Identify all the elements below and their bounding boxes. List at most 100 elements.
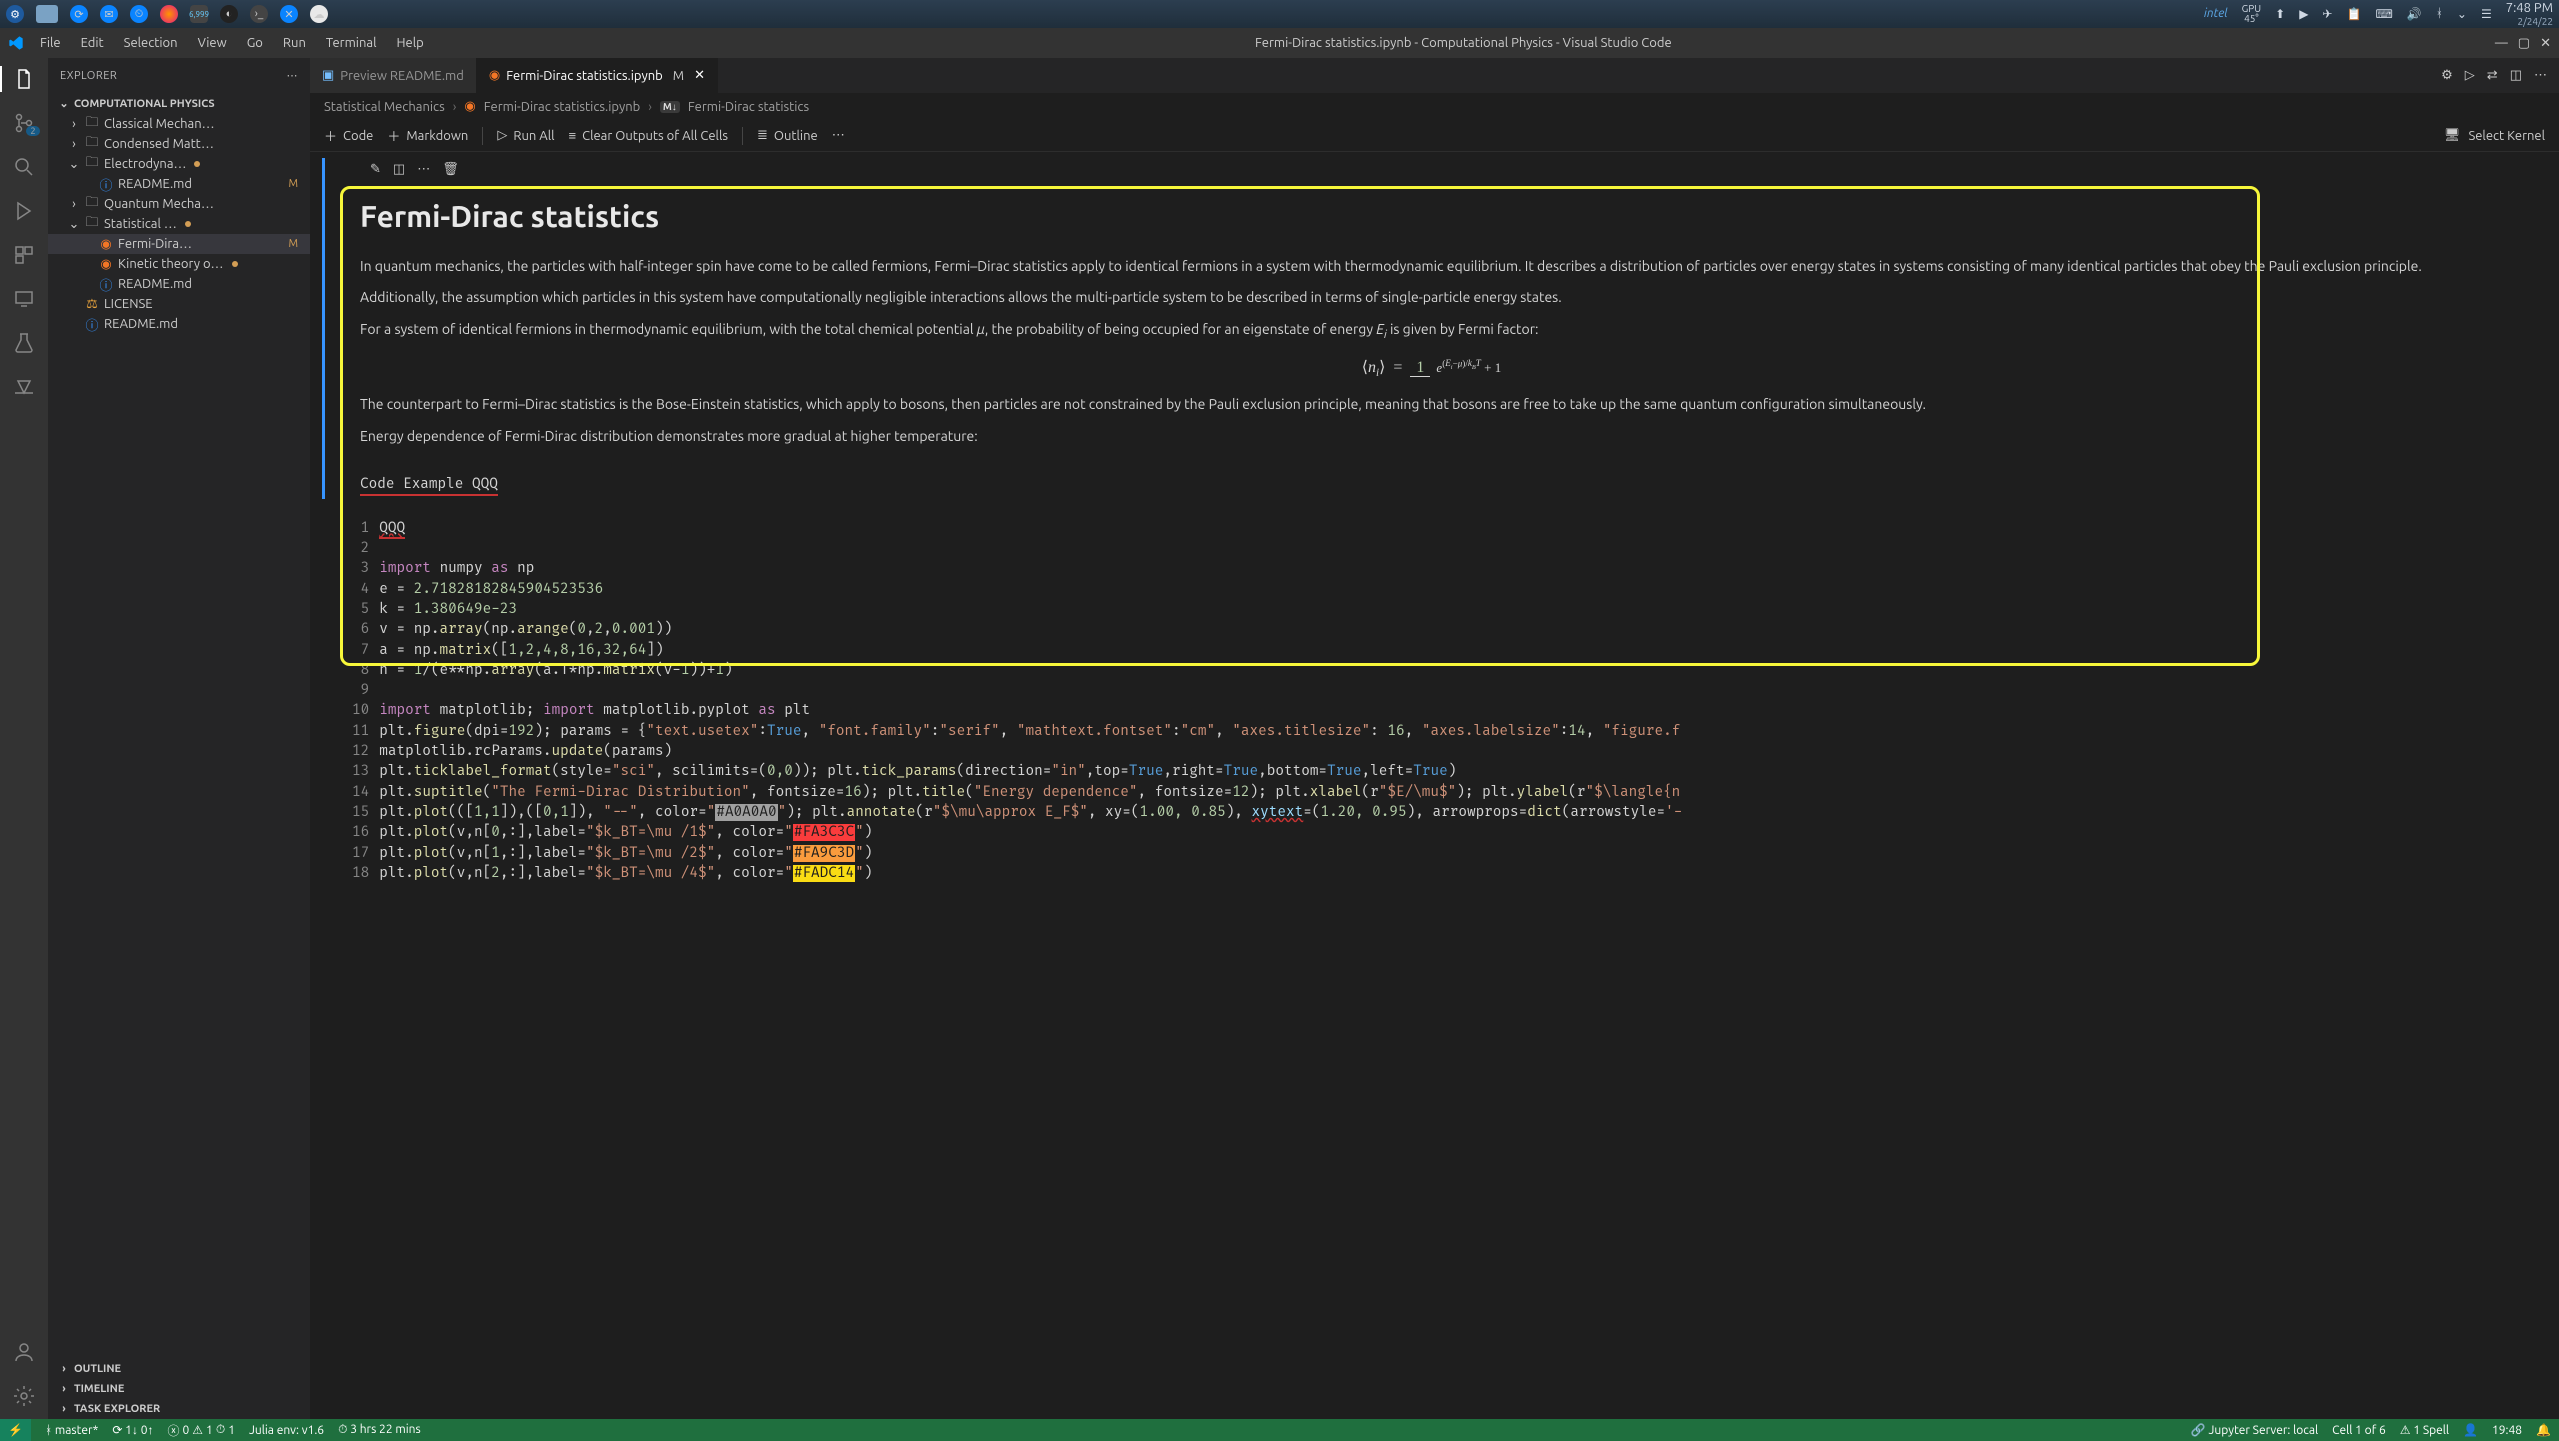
minimize-icon[interactable]: —	[2495, 36, 2508, 51]
tab-fermi-dirac[interactable]: ◉ Fermi-Dirac statistics.ipynb M ✕	[477, 58, 718, 93]
telegram-icon[interactable]: ✈	[2322, 7, 2332, 21]
menu-selection[interactable]: Selection	[116, 32, 186, 54]
tree-item[interactable]: ⓘREADME.md	[48, 314, 310, 334]
bluetooth-icon[interactable]: ᚼ	[2436, 7, 2443, 20]
feedback-icon[interactable]: 👤	[2463, 1423, 2478, 1437]
account-icon[interactable]	[11, 1339, 37, 1365]
scm-icon[interactable]: 2	[11, 110, 37, 136]
markdown-cell[interactable]: ✎ ◫ ⋯ 🗑 Fermi-Dirac statistics In quantu…	[330, 158, 2539, 499]
split-icon[interactable]: ◫	[2510, 68, 2522, 83]
menu-help[interactable]: Help	[388, 32, 431, 54]
code-content[interactable]: QQQ import numpy as np e = 2.71828182845…	[379, 511, 1682, 892]
git-branch[interactable]: ᚼ master*	[45, 1424, 98, 1437]
tree-item[interactable]: ◉Kinetic theory o…	[48, 254, 310, 274]
app-icon[interactable]: 6,999	[190, 5, 208, 23]
wakatime[interactable]: ⏱ 3 hrs 22 mins	[338, 1423, 421, 1437]
cell-position[interactable]: Cell 1 of 6	[2332, 1424, 2386, 1437]
problems[interactable]: ⓧ 0 ⚠ 1 ⏱ 1	[167, 1422, 235, 1439]
outline-section[interactable]: ›OUTLINE	[48, 1359, 310, 1379]
app-icon[interactable]: ⟳	[70, 5, 88, 23]
intel-icon: intel	[2204, 7, 2228, 20]
tree-item[interactable]: ⓘREADME.md	[48, 274, 310, 294]
firefox-icon[interactable]	[160, 5, 178, 23]
app-icon[interactable]: ☁	[310, 5, 328, 23]
git-sync[interactable]: ⟳ 1↓ 0↑	[112, 1423, 153, 1437]
add-markdown-button[interactable]: ＋ Markdown	[387, 126, 468, 145]
volume-icon[interactable]: 🔊	[2407, 7, 2422, 21]
app-icon[interactable]: ⏲	[130, 5, 148, 23]
gear-icon[interactable]: ⚙	[2441, 68, 2453, 83]
menu-edit[interactable]: Edit	[73, 32, 112, 54]
menu-view[interactable]: View	[190, 32, 235, 54]
breadcrumbs[interactable]: Statistical Mechanics› ◉ Fermi-Dirac sta…	[310, 93, 2559, 120]
search-icon[interactable]	[11, 154, 37, 180]
tree-item[interactable]: ›🗀Condensed Matt…	[48, 134, 310, 154]
vscode-icon	[8, 35, 24, 51]
menu-run[interactable]: Run	[275, 32, 314, 54]
app-icon[interactable]: ✉	[100, 5, 118, 23]
tree-item[interactable]: ›🗀Classical Mechan…	[48, 114, 310, 134]
split-icon[interactable]: ◫	[393, 162, 405, 177]
timeline-section[interactable]: ›TIMELINE	[48, 1379, 310, 1399]
run-icon[interactable]: ▷	[2465, 68, 2475, 83]
more-icon[interactable]: ⋯	[832, 128, 845, 143]
menu-file[interactable]: File	[32, 32, 69, 54]
tree-item[interactable]: ◉Fermi-Dira…M	[48, 234, 310, 254]
run-all-button[interactable]: ▷ Run All	[497, 128, 554, 143]
task-explorer-section[interactable]: ›TASK EXPLORER	[48, 1399, 310, 1419]
menu-go[interactable]: Go	[239, 32, 271, 54]
play-icon[interactable]: ▶	[2299, 7, 2308, 21]
desktop-taskbar: ⚙ ⟳ ✉ ⏲ 6,999 ◐ ›_ ✕ ☁ intel GPU 45° ⬆ ▶…	[0, 0, 2559, 28]
kde-icon[interactable]: ⚙	[6, 5, 24, 23]
select-kernel-button[interactable]: Select Kernel	[2468, 129, 2545, 143]
julia-env[interactable]: Julia env: v1.6	[249, 1424, 324, 1437]
diff-icon[interactable]: ⇄	[2487, 68, 2498, 83]
maximize-icon[interactable]: ▢	[2518, 36, 2530, 51]
tab-preview-readme[interactable]: ▣ Preview README.md	[310, 58, 477, 93]
chevron-down-icon[interactable]: ⌄	[2457, 7, 2467, 21]
delete-icon[interactable]: 🗑	[442, 162, 459, 177]
clock-status[interactable]: 19:48	[2492, 1424, 2522, 1437]
tree-item[interactable]: ›🗀Quantum Mecha…	[48, 194, 310, 214]
extensions-icon[interactable]	[11, 242, 37, 268]
tree-item[interactable]: ⓘREADME.mdM	[48, 174, 310, 194]
test-icon[interactable]	[11, 330, 37, 356]
app-icon[interactable]: ›_	[250, 5, 268, 23]
bell-icon[interactable]: 🔔	[2536, 1423, 2551, 1437]
jupyter-server[interactable]: 🔗 Jupyter Server: local	[2191, 1423, 2318, 1437]
close-icon[interactable]: ✕	[2540, 36, 2551, 51]
notebook-toolbar: ＋ Code ＋ Markdown ▷ Run All ≡ Clear Outp…	[310, 120, 2559, 152]
gear-icon[interactable]	[11, 1383, 37, 1409]
add-code-button[interactable]: ＋ Code	[324, 126, 373, 145]
run-icon[interactable]	[11, 198, 37, 224]
code-cell[interactable]: 123456789101112131415161718 QQQ import n…	[336, 511, 2533, 892]
tree-item[interactable]: ⌄🗀Statistical …	[48, 214, 310, 234]
explorer-icon[interactable]	[11, 66, 37, 92]
project-title[interactable]: ⌄COMPUTATIONAL PHYSICS	[48, 93, 310, 114]
clock[interactable]: 7:48 PM 2/24/22	[2506, 1, 2553, 26]
spell-check[interactable]: ⚠ 1 Spell	[2400, 1423, 2449, 1437]
close-icon[interactable]: ✕	[694, 68, 705, 83]
taskbar-left: ⚙ ⟳ ✉ ⏲ 6,999 ◐ ›_ ✕ ☁	[6, 5, 328, 23]
more-icon[interactable]: ⋯	[417, 162, 430, 177]
tree-item[interactable]: ⚖LICENSE	[48, 294, 310, 314]
remote-indicator[interactable]: ⚡	[0, 1419, 31, 1441]
app-icon[interactable]: ✕	[280, 5, 298, 23]
more-icon[interactable]: ⋯	[2534, 68, 2547, 83]
azure-icon[interactable]	[11, 374, 37, 400]
remote-icon[interactable]	[11, 286, 37, 312]
edit-icon[interactable]: ✎	[370, 162, 381, 177]
keyboard-icon[interactable]: ⌨	[2375, 7, 2392, 21]
window-title: Fermi-Dirac statistics.ipynb - Computati…	[440, 36, 2487, 50]
more-icon[interactable]: ⋯	[287, 69, 299, 82]
jupyter-icon: ◉	[489, 68, 500, 83]
upload-icon[interactable]: ⬆	[2275, 7, 2285, 21]
clipboard-icon[interactable]: 📋	[2346, 7, 2361, 21]
app-icon[interactable]	[36, 5, 58, 23]
menu-terminal[interactable]: Terminal	[318, 32, 385, 54]
outline-button[interactable]: ≣ Outline	[757, 128, 818, 143]
clear-outputs-button[interactable]: ≡ Clear Outputs of All Cells	[569, 128, 728, 143]
menu-icon[interactable]: ☰	[2481, 7, 2492, 21]
app-icon[interactable]: ◐	[220, 5, 238, 23]
tree-item[interactable]: ⌄🗀Electrodyna…	[48, 154, 310, 174]
